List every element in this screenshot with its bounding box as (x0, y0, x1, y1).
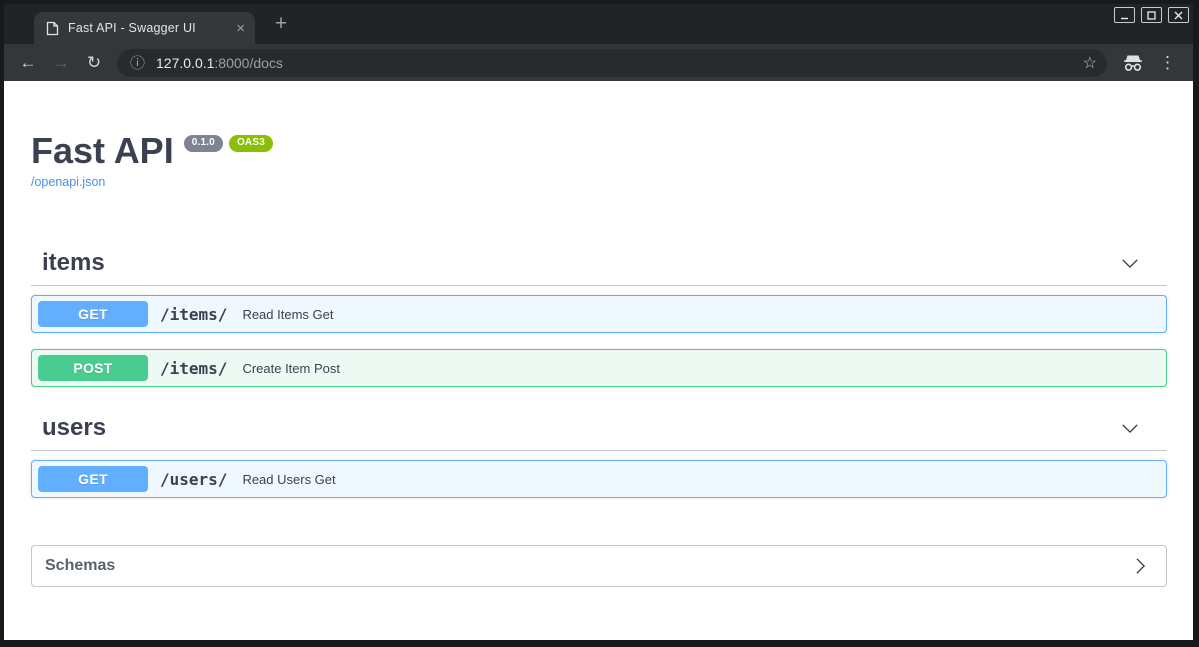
forward-icon: → (52, 52, 70, 72)
title-badges: 0.1.0 OAS3 (183, 135, 273, 152)
operation-summary: Read Items Get (242, 306, 334, 322)
operation-row-get-items[interactable]: GET /items/ Read Items Get (31, 295, 1167, 333)
url-text: 127.0.0.1:8000/docs (156, 55, 1083, 71)
operation-path: /users/ (160, 469, 228, 489)
new-tab-button[interactable]: + (268, 12, 294, 38)
openapi-spec-link[interactable]: /openapi.json (31, 175, 105, 189)
address-bar[interactable]: ⓘ 127.0.0.1:8000/docs ☆ (117, 48, 1107, 77)
oas3-badge: OAS3 (228, 135, 273, 152)
minimize-button[interactable] (1114, 7, 1135, 23)
operation-path: /items/ (160, 304, 228, 324)
section-title: items (42, 249, 105, 276)
incognito-icon (1121, 53, 1145, 73)
chevron-down-icon (1122, 423, 1138, 433)
chevron-right-icon (1136, 558, 1146, 574)
collapse-section-button[interactable] (1103, 421, 1157, 436)
schemas-section[interactable]: Schemas (31, 545, 1167, 587)
document-icon (46, 21, 59, 36)
tab-title: Fast API - Swagger UI (68, 21, 196, 35)
url-host: 127.0.0.1 (156, 54, 215, 71)
chevron-down-icon (1122, 258, 1138, 268)
browser-menu-icon[interactable]: ⋮ (1155, 53, 1180, 73)
back-icon: ← (19, 52, 37, 72)
reload-button[interactable]: ↻ (80, 49, 108, 77)
maximize-button[interactable] (1141, 7, 1162, 23)
browser-titlebar: Fast API - Swagger UI × + (4, 4, 1193, 44)
bookmark-star-icon[interactable]: ☆ (1083, 53, 1097, 73)
section-header-items[interactable]: items (31, 250, 1167, 286)
page-title: Fast API (31, 130, 174, 171)
window-controls (1114, 7, 1189, 23)
close-window-button[interactable] (1168, 7, 1189, 23)
url-path: :8000/docs (214, 54, 283, 71)
expand-schemas-button[interactable] (1135, 555, 1146, 577)
section-title: users (42, 414, 107, 441)
operation-summary: Create Item Post (242, 360, 340, 376)
close-icon (1174, 11, 1183, 19)
browser-toolbar: ← → ↻ ⓘ 127.0.0.1:8000/docs ☆ ⋮ (4, 44, 1193, 81)
method-badge-post: POST (38, 355, 148, 381)
minimize-icon (1121, 17, 1128, 19)
version-badge: 0.1.0 (183, 135, 223, 152)
page-content: Fast API 0.1.0 OAS3 /openapi.json items … (4, 81, 1193, 640)
method-badge-get: GET (38, 301, 148, 327)
back-button[interactable]: ← (14, 49, 42, 77)
schemas-title: Schemas (45, 557, 116, 574)
method-badge-get: GET (38, 466, 148, 492)
api-title-row: Fast API 0.1.0 OAS3 (31, 133, 1167, 169)
collapse-section-button[interactable] (1103, 256, 1157, 271)
browser-tab[interactable]: Fast API - Swagger UI × (34, 12, 255, 44)
forward-button[interactable]: → (47, 49, 75, 77)
page-info-icon[interactable]: ⓘ (130, 52, 145, 73)
reload-icon: ↻ (86, 52, 102, 72)
tab-close-icon[interactable]: × (236, 21, 245, 36)
operation-path: /items/ (160, 358, 228, 378)
operation-summary: Read Users Get (242, 471, 336, 487)
operation-row-get-users[interactable]: GET /users/ Read Users Get (31, 460, 1167, 498)
maximize-icon (1147, 10, 1156, 20)
operation-row-post-items[interactable]: POST /items/ Create Item Post (31, 349, 1167, 387)
section-header-users[interactable]: users (31, 415, 1167, 451)
